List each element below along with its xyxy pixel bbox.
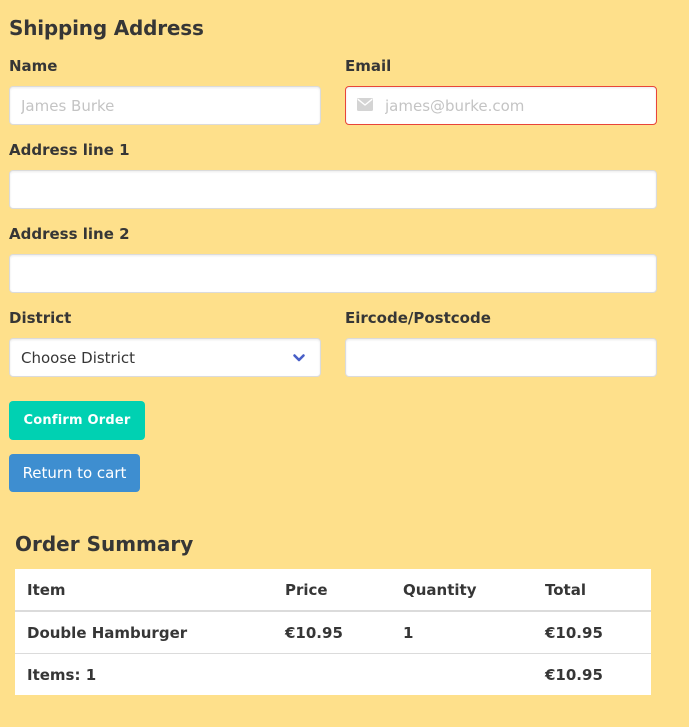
name-input[interactable] — [9, 86, 321, 125]
district-select[interactable]: Choose District — [9, 338, 321, 377]
district-selected-value: Choose District — [21, 349, 136, 367]
chevron-down-icon — [293, 354, 305, 362]
order-summary-title: Order Summary — [15, 532, 194, 556]
footer-empty-quantity — [391, 654, 533, 696]
address-line-2-input[interactable] — [9, 254, 657, 293]
shipping-title: Shipping Address — [9, 16, 204, 40]
table-header-row: Item Price Quantity Total — [15, 569, 651, 611]
district-label: District — [9, 309, 72, 327]
address-line-2-label: Address line 2 — [9, 225, 130, 243]
table-footer-row: Items: 1 €10.95 — [15, 654, 651, 696]
confirm-order-button[interactable]: Confirm Order — [9, 401, 145, 440]
email-label: Email — [345, 57, 392, 75]
row-quantity: 1 — [403, 623, 414, 642]
name-label: Name — [9, 57, 58, 75]
envelope-icon — [357, 98, 373, 111]
return-to-cart-button[interactable]: Return to cart — [9, 454, 140, 492]
header-total: Total — [545, 580, 586, 599]
row-item: Double Hamburger — [27, 623, 188, 642]
header-quantity: Quantity — [403, 580, 477, 599]
footer-empty-price — [273, 654, 391, 696]
address-line-1-input[interactable] — [9, 170, 657, 209]
header-item: Item — [27, 580, 66, 599]
footer-items-count: Items: 1 — [27, 665, 97, 684]
order-summary-table: Item Price Quantity Total Double Hamburg… — [15, 569, 651, 695]
table-row: Double Hamburger €10.95 1 €10.95 — [15, 611, 651, 654]
footer-total: €10.95 — [545, 665, 603, 684]
address-line-1-label: Address line 1 — [9, 141, 130, 159]
email-field-wrapper — [345, 86, 657, 125]
postcode-input[interactable] — [345, 338, 657, 377]
email-input[interactable] — [345, 86, 657, 125]
row-price: €10.95 — [285, 623, 343, 642]
header-price: Price — [285, 580, 328, 599]
row-total: €10.95 — [545, 623, 603, 642]
postcode-label: Eircode/Postcode — [345, 309, 491, 327]
